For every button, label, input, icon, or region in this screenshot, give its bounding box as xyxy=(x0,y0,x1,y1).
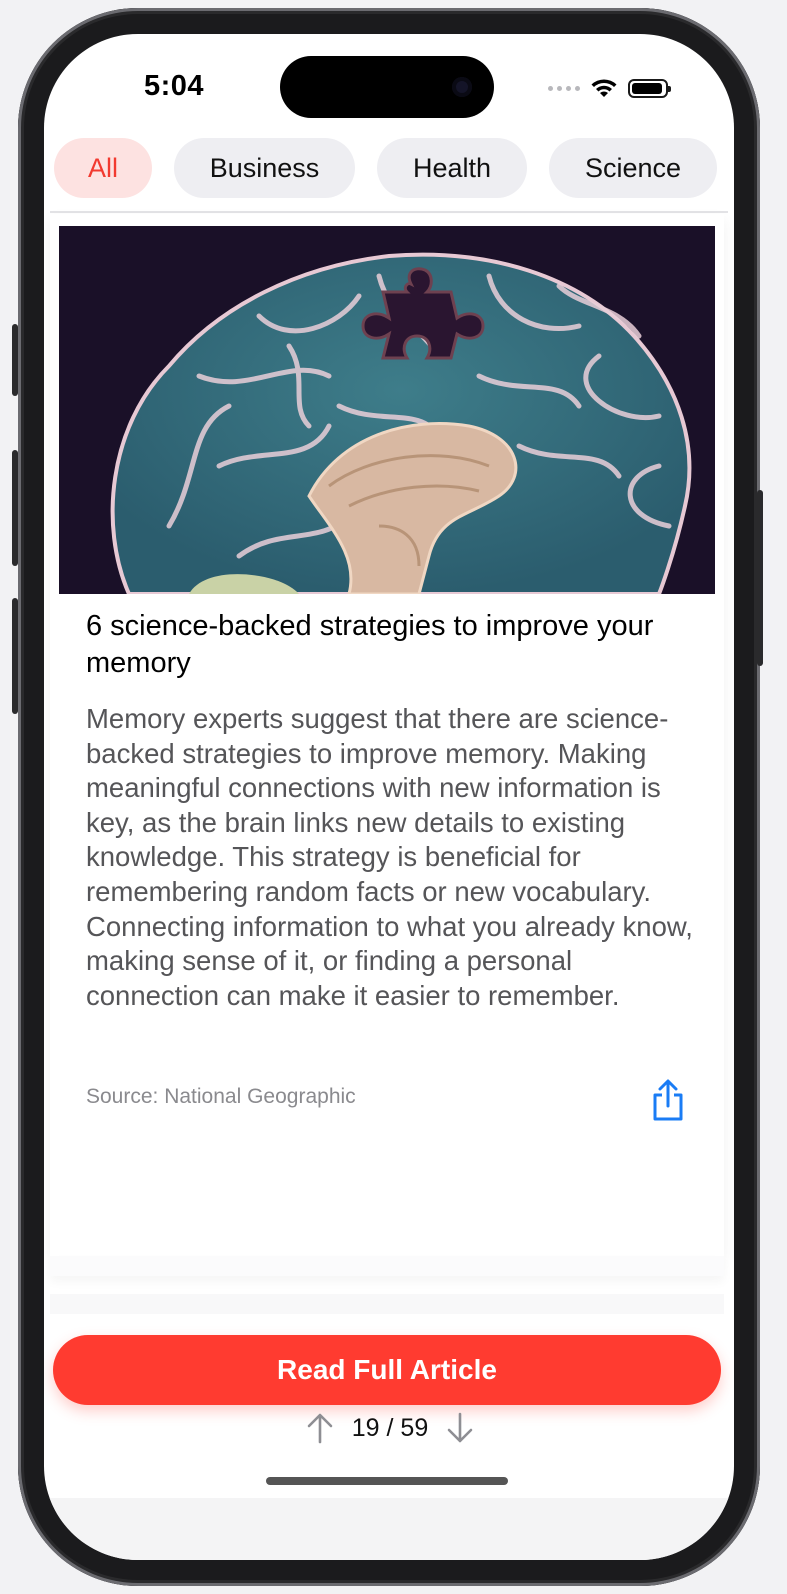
dynamic-island xyxy=(280,56,494,118)
pagination: 19 / 59 xyxy=(306,1410,474,1446)
arrow-up-icon[interactable] xyxy=(306,1412,334,1444)
bottom-safe-area xyxy=(44,1498,734,1560)
tab-business[interactable]: Business xyxy=(174,138,355,198)
screen: 5:04 All Business Health Science 6 scien… xyxy=(44,34,734,1560)
read-full-article-button[interactable]: Read Full Article xyxy=(53,1335,721,1405)
article-title[interactable]: 6 science-backed strategies to improve y… xyxy=(86,608,686,682)
article-image xyxy=(59,226,715,594)
action-button xyxy=(12,324,18,396)
volume-up-button xyxy=(12,450,18,566)
volume-down-button xyxy=(12,598,18,714)
article-summary: Memory experts suggest that there are sc… xyxy=(86,703,693,1011)
share-icon xyxy=(653,1079,683,1121)
power-button xyxy=(757,490,763,666)
brain-illustration xyxy=(59,226,715,594)
next-card-peek-2 xyxy=(50,1294,724,1314)
tab-health[interactable]: Health xyxy=(377,138,527,198)
home-indicator[interactable] xyxy=(266,1477,508,1485)
wifi-icon xyxy=(591,79,617,97)
page-counter: 19 / 59 xyxy=(351,1413,429,1442)
share-button[interactable] xyxy=(650,1078,686,1122)
next-card-peek xyxy=(50,1256,724,1276)
status-time: 5:04 xyxy=(144,70,205,102)
category-tabs: All Business Health Science xyxy=(54,138,717,198)
status-icons xyxy=(548,78,671,99)
signal-dots-icon xyxy=(548,86,580,91)
arrow-down-icon[interactable] xyxy=(446,1412,474,1444)
tabs-divider xyxy=(50,211,728,213)
article-source: Source: National Geographic xyxy=(86,1085,356,1108)
tab-science[interactable]: Science xyxy=(549,138,717,198)
front-camera xyxy=(452,77,472,97)
status-bar: 5:04 xyxy=(44,34,734,130)
tab-all[interactable]: All xyxy=(54,138,152,198)
battery-icon xyxy=(628,79,671,98)
